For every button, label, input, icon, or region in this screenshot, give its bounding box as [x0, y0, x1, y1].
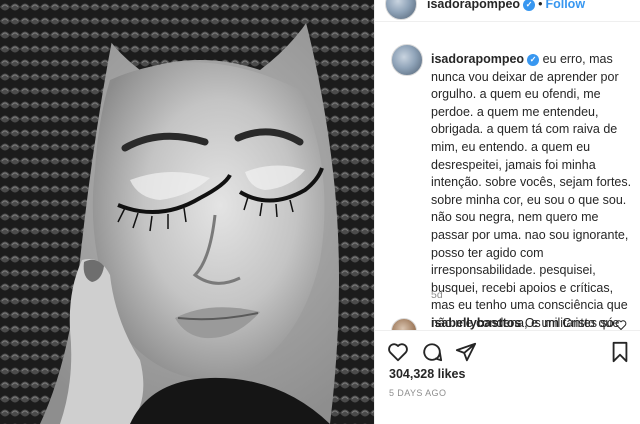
caption-username[interactable]: isadorapompeo — [431, 52, 524, 66]
share-icon[interactable] — [455, 341, 477, 368]
follow-button[interactable]: Follow — [545, 0, 585, 11]
comment: isabellybasttos Os militantes só — [431, 316, 614, 330]
bookmark-icon[interactable] — [609, 341, 631, 368]
caption-avatar[interactable] — [391, 44, 423, 76]
separator-dot: • — [538, 0, 543, 11]
author-username[interactable]: isadorapompeo — [427, 0, 520, 11]
comment-username[interactable]: isabellybasttos — [431, 316, 521, 330]
post-side-panel: isadorapompeo ✓ • Follow isadorapompeo ✓ eu … — [374, 0, 640, 424]
portrait-image — [0, 0, 374, 424]
verified-badge-icon: ✓ — [523, 0, 536, 11]
likes-count[interactable]: 304,328 likes — [389, 367, 465, 381]
action-bar: 304,328 likes 5 DAYS AGO — [375, 330, 640, 424]
comment-text: Os militantes só — [524, 316, 614, 330]
verified-badge-icon: ✓ — [527, 53, 540, 66]
comment-icon[interactable] — [421, 341, 443, 368]
author-avatar[interactable] — [385, 0, 417, 20]
heart-icon[interactable] — [387, 341, 409, 368]
post-header: isadorapompeo ✓ • Follow — [375, 0, 640, 22]
header-line: isadorapompeo ✓ • Follow — [427, 0, 585, 11]
caption-time[interactable]: 5d — [431, 289, 443, 301]
post-photo[interactable] — [0, 0, 374, 424]
post-date[interactable]: 5 DAYS AGO — [389, 388, 446, 398]
